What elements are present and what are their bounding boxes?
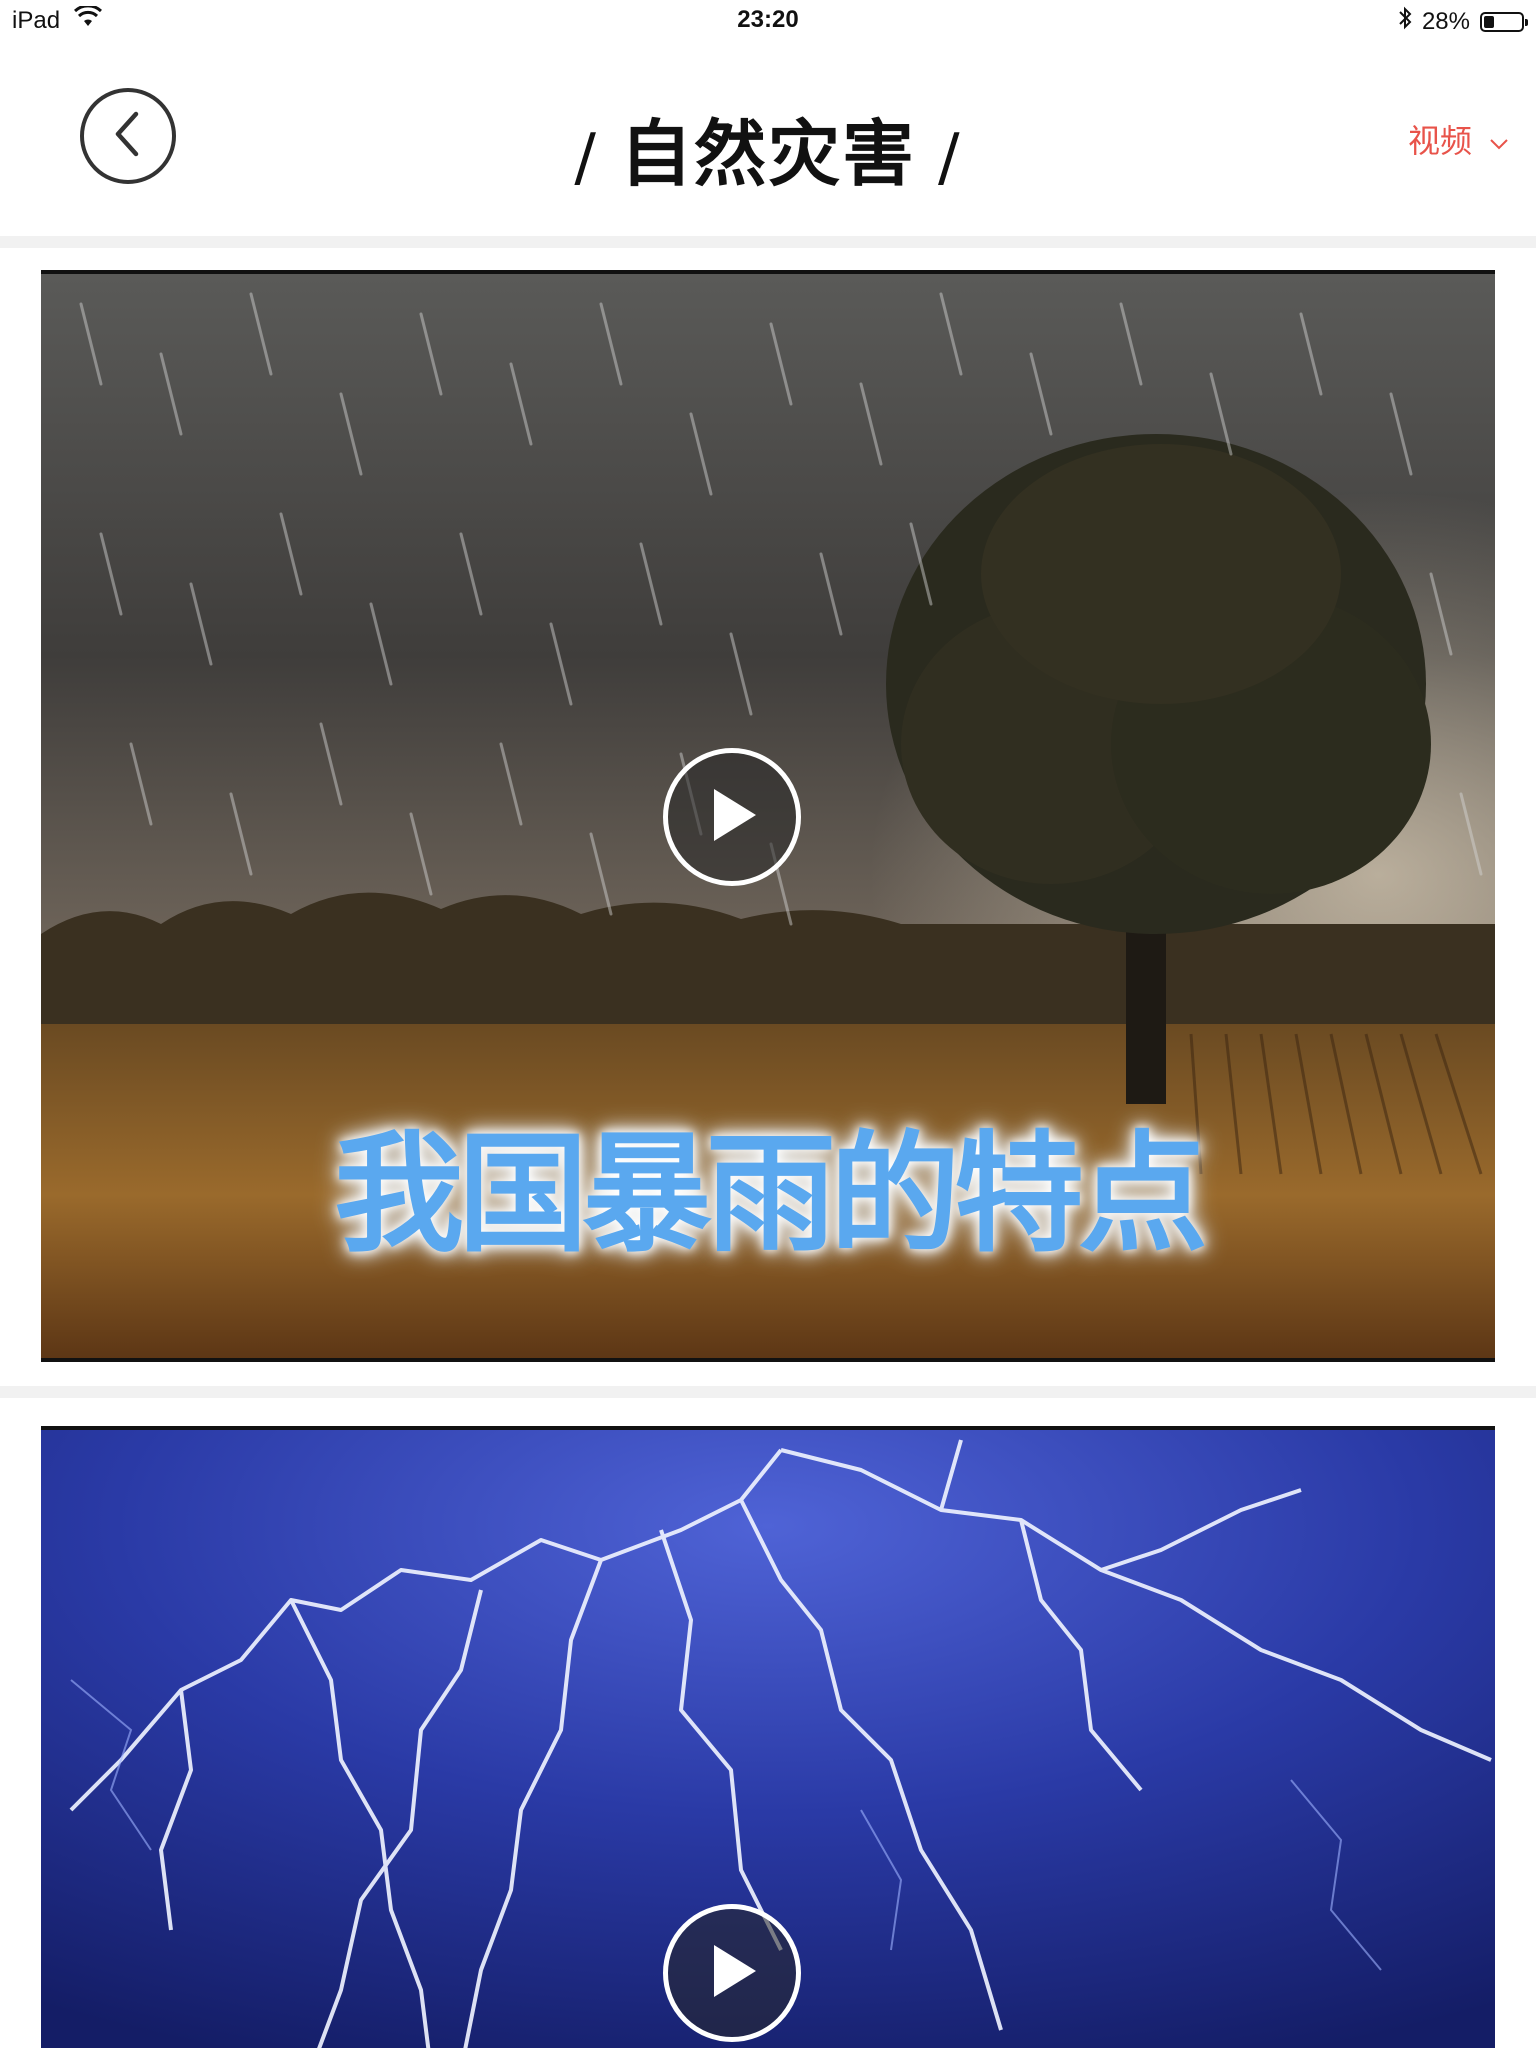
battery-level <box>1484 15 1495 28</box>
play-icon <box>702 783 762 851</box>
video-thumbnail[interactable] <box>41 1426 1495 2048</box>
status-time: 23:20 <box>737 6 799 33</box>
chevron-down-icon <box>1490 120 1508 158</box>
title-left-decor: / <box>574 121 598 195</box>
bluetooth-icon <box>1398 6 1412 37</box>
media-type-dropdown[interactable]: 视频 <box>1408 116 1508 162</box>
app-screen: iPad 23:20 28% / 自然灾害 / 视频 我国暴雨的特点 <box>0 0 1536 2048</box>
video-card[interactable]: 我国暴雨的特点 <box>0 248 1536 1386</box>
battery-percent: 28% <box>1421 7 1470 35</box>
video-caption: 我国暴雨的特点 <box>333 1118 1208 1270</box>
nav-header: / 自然灾害 / 视频 <box>0 40 1536 236</box>
status-bar: iPad 23:20 28% <box>0 0 1536 40</box>
status-right: 28% <box>1398 6 1528 37</box>
video-card[interactable] <box>0 1398 1536 2048</box>
play-button[interactable] <box>663 748 801 886</box>
play-button[interactable] <box>663 1904 801 2042</box>
title-right-decor: / <box>938 121 962 195</box>
media-type-label: 视频 <box>1407 122 1472 160</box>
play-icon <box>702 1939 762 2007</box>
battery-icon <box>1480 11 1528 32</box>
video-thumbnail[interactable]: 我国暴雨的特点 <box>41 270 1495 1362</box>
page-title: / 自然灾害 / <box>0 95 1536 200</box>
title-text: 自然灾害 <box>619 112 916 196</box>
